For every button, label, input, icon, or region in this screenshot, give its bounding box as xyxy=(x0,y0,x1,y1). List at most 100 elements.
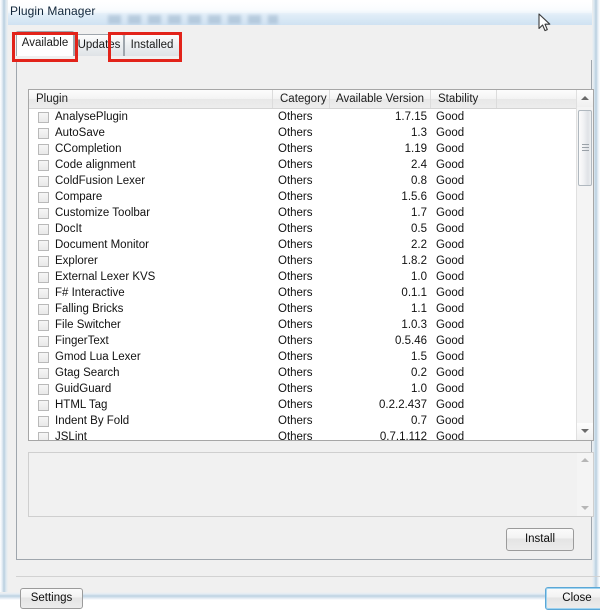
table-row[interactable]: Document MonitorOthers2.2Good xyxy=(29,237,576,253)
table-row[interactable]: CCompletionOthers1.19Good xyxy=(29,141,576,157)
plugin-name: GuidGuard xyxy=(55,381,111,397)
plugin-name: Explorer xyxy=(55,253,98,269)
plugin-description-panel[interactable] xyxy=(28,452,594,517)
triangle-down-icon xyxy=(581,506,589,510)
column-header-version[interactable]: Available Version xyxy=(330,90,431,108)
plugin-checkbox[interactable] xyxy=(38,272,49,283)
table-row[interactable]: GuidGuardOthers1.0Good xyxy=(29,381,576,397)
column-header-blank[interactable] xyxy=(497,90,576,108)
table-row[interactable]: Customize ToolbarOthers1.7Good xyxy=(29,205,576,221)
plugin-checkbox[interactable] xyxy=(38,192,49,203)
tab-installed[interactable]: Installed xyxy=(124,34,180,56)
column-header-stability[interactable]: Stability xyxy=(431,90,497,108)
table-row[interactable]: ExplorerOthers1.8.2Good xyxy=(29,253,576,269)
window-title: Plugin Manager xyxy=(10,4,95,18)
plugin-checkbox[interactable] xyxy=(38,368,49,379)
window-title-bar: Plugin Manager xyxy=(0,0,600,25)
plugin-checkbox[interactable] xyxy=(38,400,49,411)
plugin-list-scrollbar[interactable] xyxy=(576,90,593,440)
plugin-name: JSLint xyxy=(55,429,87,441)
table-row[interactable]: AutoSaveOthers1.3Good xyxy=(29,125,576,141)
plugin-version: 1.7.15 xyxy=(330,109,427,125)
plugin-version: 1.0.3 xyxy=(330,317,427,333)
plugin-version: 0.8 xyxy=(330,173,427,189)
plugin-category: Others xyxy=(278,333,313,349)
plugin-version: 1.19 xyxy=(330,141,427,157)
table-row[interactable]: Falling BricksOthers1.1Good xyxy=(29,301,576,317)
plugin-checkbox[interactable] xyxy=(38,416,49,427)
plugin-checkbox[interactable] xyxy=(38,304,49,315)
plugin-stability: Good xyxy=(436,157,464,173)
plugin-checkbox[interactable] xyxy=(38,352,49,363)
table-row[interactable]: DocItOthers0.5Good xyxy=(29,221,576,237)
table-row[interactable]: F# InteractiveOthers0.1.1Good xyxy=(29,285,576,301)
plugin-checkbox[interactable] xyxy=(38,224,49,235)
plugin-stability: Good xyxy=(436,189,464,205)
scroll-up-button[interactable] xyxy=(577,90,593,107)
plugin-category: Others xyxy=(278,365,313,381)
plugin-name: F# Interactive xyxy=(55,285,125,301)
plugin-stability: Good xyxy=(436,301,464,317)
plugin-version: 1.7 xyxy=(330,205,427,221)
plugin-name: File Switcher xyxy=(55,317,121,333)
plugin-name: HTML Tag xyxy=(55,397,107,413)
window-frame-bottom xyxy=(0,592,600,600)
table-row[interactable]: HTML TagOthers0.2.2.437Good xyxy=(29,397,576,413)
plugin-stability: Good xyxy=(436,253,464,269)
plugin-version: 1.5.6 xyxy=(330,189,427,205)
table-row[interactable]: ColdFusion LexerOthers0.8Good xyxy=(29,173,576,189)
column-header-plugin[interactable]: Plugin xyxy=(29,90,273,108)
table-row[interactable]: JSLintOthers0.7.1.112Good xyxy=(29,429,576,441)
install-button[interactable]: Install xyxy=(506,528,574,551)
plugin-checkbox[interactable] xyxy=(38,144,49,155)
tab-strip: Available Updates Installed xyxy=(12,30,588,56)
plugin-stability: Good xyxy=(436,141,464,157)
plugin-checkbox[interactable] xyxy=(38,432,49,441)
plugin-checkbox[interactable] xyxy=(38,112,49,123)
plugin-stability: Good xyxy=(436,237,464,253)
plugin-checkbox[interactable] xyxy=(38,256,49,267)
table-row[interactable]: AnalysePluginOthers1.7.15Good xyxy=(29,109,576,125)
close-button[interactable]: Close xyxy=(545,587,600,610)
plugin-checkbox[interactable] xyxy=(38,288,49,299)
table-row[interactable]: Gtag SearchOthers0.2Good xyxy=(29,365,576,381)
plugin-checkbox[interactable] xyxy=(38,384,49,395)
plugin-checkbox[interactable] xyxy=(38,160,49,171)
table-row[interactable]: FingerTextOthers0.5.46Good xyxy=(29,333,576,349)
plugin-name: AutoSave xyxy=(55,125,105,141)
plugin-category: Others xyxy=(278,189,313,205)
scrollbar-thumb[interactable] xyxy=(578,110,592,186)
plugin-name: Gtag Search xyxy=(55,365,120,381)
description-scroll-down-button[interactable] xyxy=(577,501,592,516)
plugin-version: 1.0 xyxy=(330,381,427,397)
table-row[interactable]: External Lexer KVSOthers1.0Good xyxy=(29,269,576,285)
plugin-checkbox[interactable] xyxy=(38,176,49,187)
description-scrollbar[interactable] xyxy=(577,453,593,516)
tab-updates-label: Updates xyxy=(78,39,121,51)
table-row[interactable]: Code alignmentOthers2.4Good xyxy=(29,157,576,173)
tab-updates[interactable]: Updates xyxy=(74,34,124,56)
plugin-checkbox[interactable] xyxy=(38,240,49,251)
table-row[interactable]: File SwitcherOthers1.0.3Good xyxy=(29,317,576,333)
plugin-checkbox[interactable] xyxy=(38,128,49,139)
plugin-version: 0.7.1.112 xyxy=(330,429,427,441)
column-header-category[interactable]: Category xyxy=(273,90,330,108)
plugin-category: Others xyxy=(278,253,313,269)
plugin-name: Indent By Fold xyxy=(55,413,129,429)
plugin-checkbox[interactable] xyxy=(38,320,49,331)
table-row[interactable]: CompareOthers1.5.6Good xyxy=(29,189,576,205)
plugin-checkbox[interactable] xyxy=(38,336,49,347)
scrollbar-grip-icon xyxy=(582,144,589,151)
settings-button[interactable]: Settings xyxy=(20,588,83,609)
table-row[interactable]: Gmod Lua LexerOthers1.5Good xyxy=(29,349,576,365)
plugin-name: CCompletion xyxy=(55,141,121,157)
plugin-list[interactable]: Plugin Category Available Version Stabil… xyxy=(28,89,594,441)
plugin-name: Code alignment xyxy=(55,157,136,173)
plugin-checkbox[interactable] xyxy=(38,208,49,219)
tab-available[interactable]: Available xyxy=(16,31,74,56)
plugin-stability: Good xyxy=(436,365,464,381)
description-scroll-up-button[interactable] xyxy=(577,453,592,468)
plugin-stability: Good xyxy=(436,397,464,413)
scroll-down-button[interactable] xyxy=(577,423,593,440)
table-row[interactable]: Indent By FoldOthers0.7Good xyxy=(29,413,576,429)
